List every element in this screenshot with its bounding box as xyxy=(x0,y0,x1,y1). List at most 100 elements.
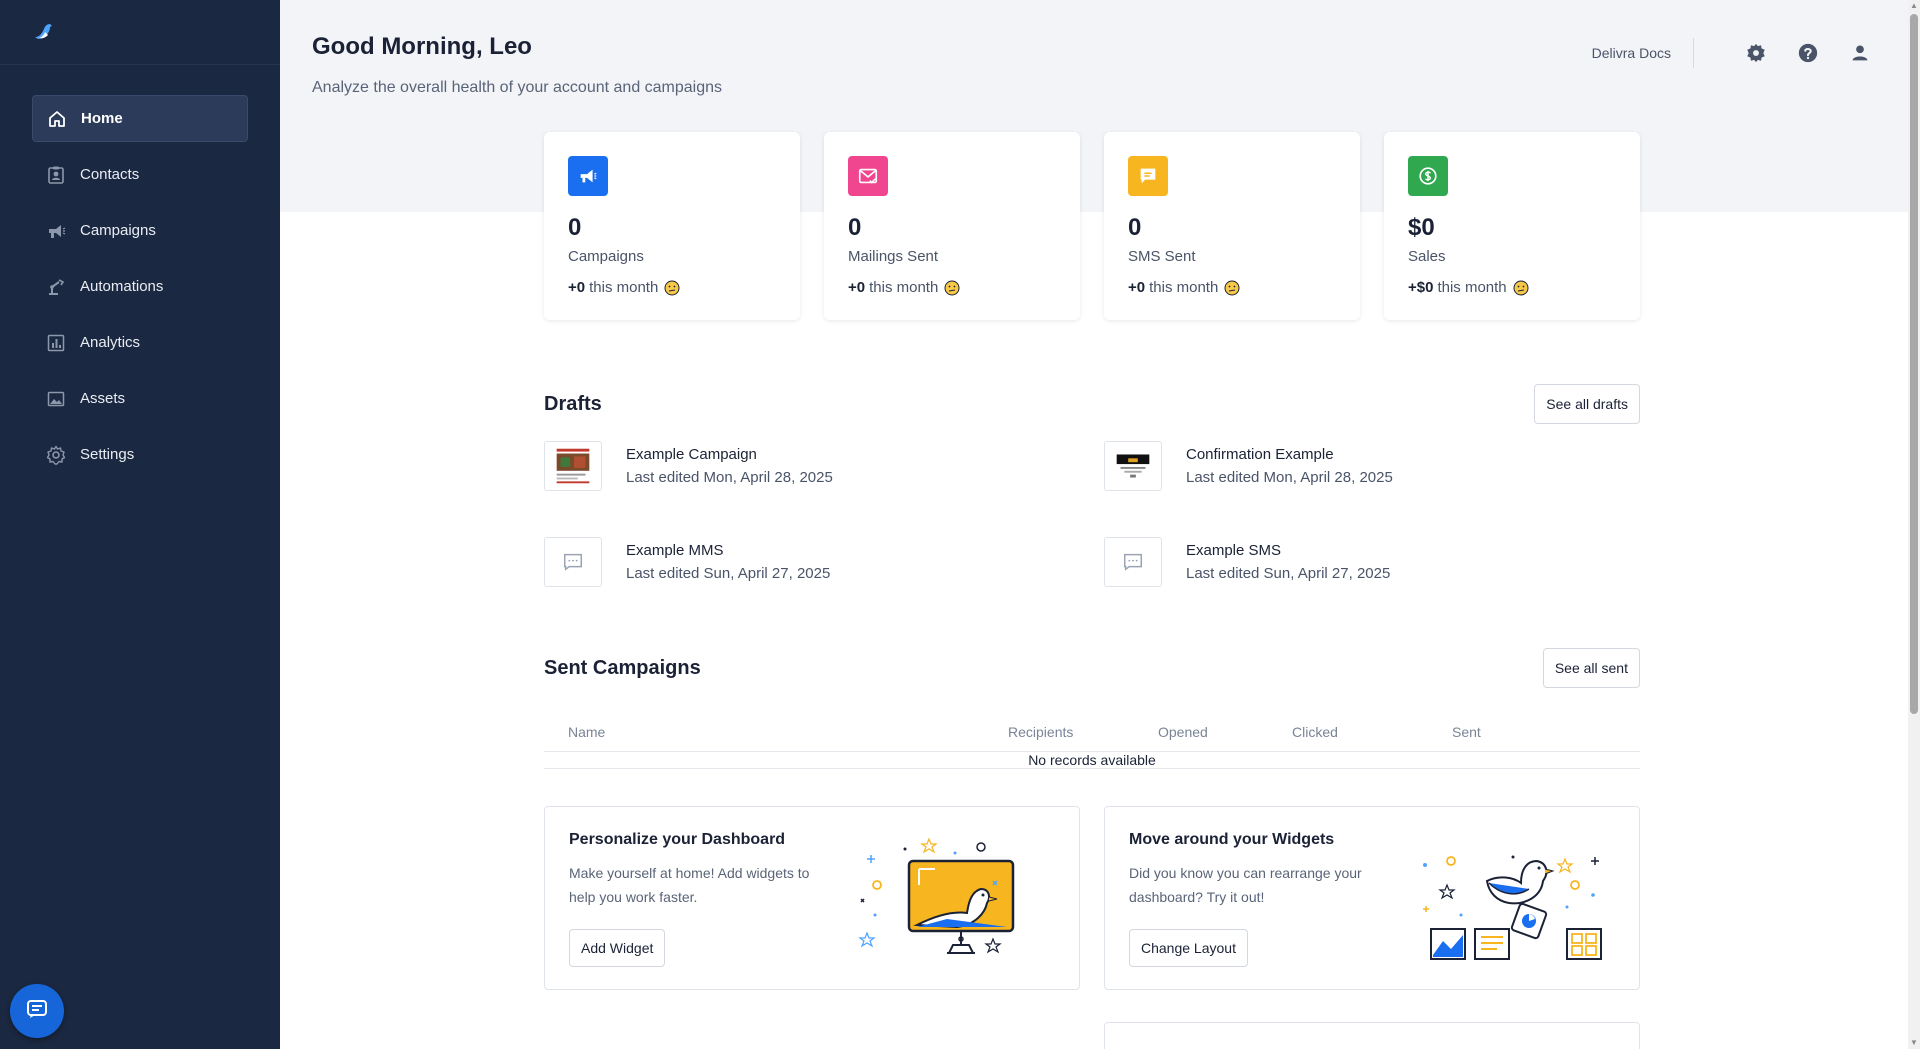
sidebar-item-assets[interactable]: Assets xyxy=(32,375,248,422)
stat-delta: +0 this month xyxy=(848,279,1056,296)
stat-card-campaigns: 0 Campaigns +0 this month xyxy=(544,132,800,320)
page-scrollbar[interactable]: ▲ ▼ xyxy=(1908,0,1920,1049)
message-icon xyxy=(1128,156,1168,196)
stat-delta: +0 this month xyxy=(1128,279,1336,296)
promo-cards: Personalize your Dashboard Make yourself… xyxy=(544,806,1640,990)
sidebar-item-label: Home xyxy=(81,110,123,127)
stat-delta-value: +0 xyxy=(1128,279,1146,296)
draft-name: Example Campaign xyxy=(626,446,757,463)
header-toolbar: Delivra Docs xyxy=(1592,38,1874,68)
draft-date: Last edited Mon, April 28, 2025 xyxy=(626,469,833,486)
scroll-down-arrow-icon[interactable]: ▼ xyxy=(1910,1039,1918,1047)
megaphone-icon xyxy=(46,221,66,241)
see-all-drafts-button[interactable]: See all drafts xyxy=(1534,384,1640,424)
draft-date: Last edited Sun, April 27, 2025 xyxy=(1186,565,1391,582)
stat-delta: +0 this month xyxy=(568,279,776,296)
draft-item[interactable]: Example Campaign Last edited Mon, April … xyxy=(544,441,1104,491)
column-header-opened[interactable]: Opened xyxy=(1158,724,1208,740)
stat-card-sms: 0 SMS Sent +0 this month xyxy=(1104,132,1360,320)
scroll-up-arrow-icon[interactable]: ▲ xyxy=(1910,2,1918,10)
page-subtitle: Analyze the overall health of your accou… xyxy=(312,79,723,96)
column-header-clicked[interactable]: Clicked xyxy=(1292,724,1338,740)
drafts-header: Drafts See all drafts xyxy=(544,384,1640,424)
email-thumbnail xyxy=(544,441,602,491)
column-header-recipients[interactable]: Recipients xyxy=(1008,724,1073,740)
empty-table-message: No records available xyxy=(544,752,1640,769)
draft-item[interactable]: Example SMS Last edited Sun, April 27, 2… xyxy=(1104,537,1640,587)
draft-info: Confirmation Example Last edited Mon, Ap… xyxy=(1186,446,1393,486)
stat-delta: +$0 this month xyxy=(1408,279,1616,296)
stat-delta-suffix: this month xyxy=(1437,279,1507,296)
stat-delta-suffix: this month xyxy=(869,279,939,296)
widget-card-partial xyxy=(1104,1022,1640,1049)
stat-delta-value: +0 xyxy=(848,279,866,296)
stat-delta-value: +$0 xyxy=(1408,279,1434,296)
stat-card-mailings: 0 Mailings Sent +0 this month xyxy=(824,132,1080,320)
gear-icon xyxy=(46,445,66,465)
confused-face-icon xyxy=(1224,280,1240,295)
stat-label: Campaigns xyxy=(568,248,644,265)
dashboard-content: 0 Campaigns +0 this month 0 Mailings Sen… xyxy=(544,132,1640,1049)
draft-name: Example MMS xyxy=(626,542,724,559)
stat-value: 0 xyxy=(568,214,582,241)
sidebar-item-settings[interactable]: Settings xyxy=(32,431,248,478)
draft-info: Example MMS Last edited Sun, April 27, 2… xyxy=(626,542,830,582)
column-header-sent[interactable]: Sent xyxy=(1452,724,1481,740)
chat-icon xyxy=(25,997,49,1026)
chat-support-button[interactable] xyxy=(10,984,64,1038)
stats-row: 0 Campaigns +0 this month 0 Mailings Sen… xyxy=(544,132,1640,320)
delivra-logo-icon[interactable] xyxy=(32,20,56,44)
user-profile-icon[interactable] xyxy=(1846,39,1874,67)
sent-campaigns-section: Sent Campaigns See all sent Name Recipie… xyxy=(544,648,1640,769)
draft-info: Example Campaign Last edited Mon, April … xyxy=(626,446,833,486)
sidebar-item-contacts[interactable]: Contacts xyxy=(32,151,248,198)
draft-item[interactable]: Confirmation Example Last edited Mon, Ap… xyxy=(1104,441,1640,491)
sent-header: Sent Campaigns See all sent xyxy=(544,648,1640,688)
sidebar-item-analytics[interactable]: Analytics xyxy=(32,319,248,366)
email-thumbnail xyxy=(1104,441,1162,491)
page-title: Good Morning, Leo xyxy=(312,33,532,60)
sidebar-item-home[interactable]: Home xyxy=(32,95,248,142)
see-all-sent-button[interactable]: See all sent xyxy=(1542,648,1640,688)
draft-name: Example SMS xyxy=(1186,542,1282,559)
change-layout-button[interactable]: Change Layout xyxy=(1129,929,1248,967)
help-icon[interactable] xyxy=(1794,39,1822,67)
docs-link[interactable]: Delivra Docs xyxy=(1592,45,1671,61)
monitor-bird-illustration-icon xyxy=(858,837,1015,954)
sidebar-item-automations[interactable]: Automations xyxy=(32,263,248,310)
confused-face-icon xyxy=(664,280,680,295)
add-widget-button[interactable]: Add Widget xyxy=(569,929,666,967)
drafts-title: Drafts xyxy=(544,392,602,415)
sidebar-nav: Home Contacts Campaigns Automations Anal… xyxy=(32,95,248,487)
envelope-icon xyxy=(848,156,888,196)
promo-text: Make yourself at home! Add widgets to he… xyxy=(569,865,810,905)
drafts-list: Example Campaign Last edited Mon, April … xyxy=(544,441,1640,587)
stat-value: 0 xyxy=(1128,214,1142,241)
contacts-icon xyxy=(46,165,66,185)
stat-value: $0 xyxy=(1408,214,1435,241)
stat-card-sales: $0 Sales +$0 this month xyxy=(1384,132,1640,320)
drafts-section: Drafts See all drafts Example Campaign L… xyxy=(544,384,1640,587)
confused-face-icon xyxy=(1513,280,1529,295)
sidebar-item-label: Settings xyxy=(80,446,135,463)
draft-info: Example SMS Last edited Sun, April 27, 2… xyxy=(1186,542,1390,582)
draft-name: Confirmation Example xyxy=(1186,446,1334,463)
promo-text: Did you know you can rearrange your dash… xyxy=(1129,865,1362,905)
settings-gear-icon[interactable] xyxy=(1742,39,1770,67)
column-header-name[interactable]: Name xyxy=(568,724,605,740)
scrollbar-thumb[interactable] xyxy=(1910,14,1918,714)
sms-chat-icon xyxy=(1104,537,1162,587)
sms-chat-icon xyxy=(544,537,602,587)
sent-title: Sent Campaigns xyxy=(544,656,701,679)
robot-arm-icon xyxy=(46,277,66,297)
sidebar: Home Contacts Campaigns Automations Anal… xyxy=(0,0,280,1049)
stat-label: Sales xyxy=(1408,248,1446,265)
sent-table-header: Name Recipients Opened Clicked Sent xyxy=(544,712,1640,752)
megaphone-icon xyxy=(568,156,608,196)
stat-delta-suffix: this month xyxy=(1149,279,1219,296)
sidebar-item-campaigns[interactable]: Campaigns xyxy=(32,207,248,254)
bar-chart-icon xyxy=(46,333,66,353)
draft-item[interactable]: Example MMS Last edited Sun, April 27, 2… xyxy=(544,537,1104,587)
draft-date: Last edited Mon, April 28, 2025 xyxy=(1186,469,1393,486)
sidebar-item-label: Automations xyxy=(80,278,164,295)
